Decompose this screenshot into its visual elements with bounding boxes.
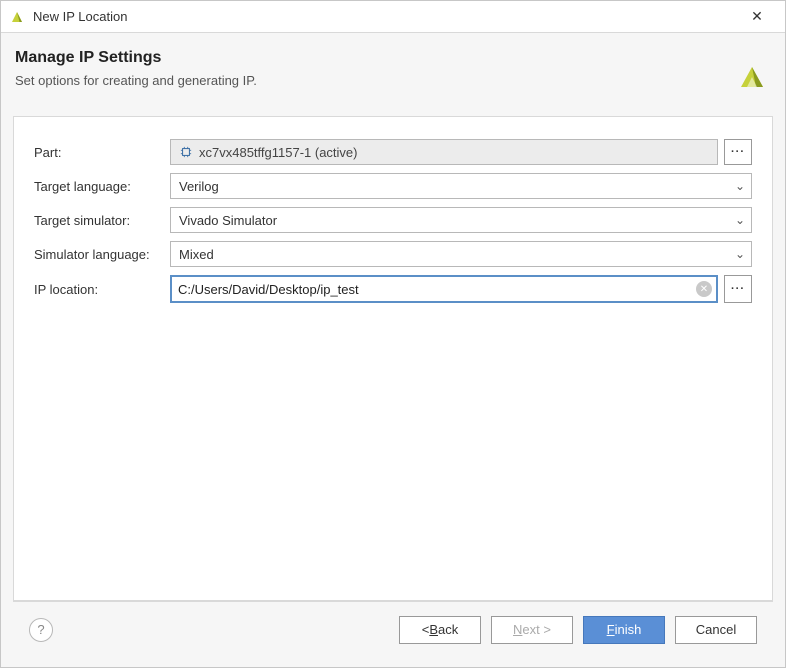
- row-ip-location: IP location: ✕ ···: [34, 275, 752, 303]
- part-browse-button[interactable]: ···: [724, 139, 752, 165]
- close-icon: ✕: [751, 8, 763, 25]
- label-simulator-language: Simulator language:: [34, 247, 164, 262]
- ip-location-field-wrap: ✕: [170, 275, 718, 303]
- back-button[interactable]: < Back: [399, 616, 481, 644]
- chevron-down-icon: ⌄: [735, 179, 745, 193]
- row-target-simulator: Target simulator: Vivado Simulator ⌄: [34, 207, 752, 233]
- brand-logo-icon: [735, 61, 769, 95]
- ip-location-browse-button[interactable]: ···: [724, 275, 752, 303]
- app-icon: [9, 9, 25, 25]
- ellipsis-icon: ···: [731, 283, 745, 295]
- label-part: Part:: [34, 145, 164, 160]
- target-simulator-select[interactable]: Vivado Simulator ⌄: [170, 207, 752, 233]
- target-simulator-value: Vivado Simulator: [179, 213, 277, 228]
- page-header: Manage IP Settings Set options for creat…: [13, 43, 773, 116]
- label-ip-location: IP location:: [34, 282, 164, 297]
- simulator-language-select[interactable]: Mixed ⌄: [170, 241, 752, 267]
- row-simulator-language: Simulator language: Mixed ⌄: [34, 241, 752, 267]
- finish-button[interactable]: Finish: [583, 616, 665, 644]
- row-part: Part:: [34, 139, 752, 165]
- dialog-window: New IP Location ✕ Manage IP Settings Set…: [0, 0, 786, 668]
- ip-location-input[interactable]: [178, 277, 696, 301]
- help-button[interactable]: ?: [29, 618, 53, 642]
- titlebar: New IP Location ✕: [1, 1, 785, 33]
- ellipsis-icon: ···: [731, 146, 745, 158]
- page-title: Manage IP Settings: [15, 49, 771, 67]
- cancel-button[interactable]: Cancel: [675, 616, 757, 644]
- chevron-down-icon: ⌄: [735, 213, 745, 227]
- label-target-language: Target language:: [34, 179, 164, 194]
- dialog-footer: ? < Back Next > Finish Cancel: [13, 601, 773, 657]
- next-button: Next >: [491, 616, 573, 644]
- content-area: Manage IP Settings Set options for creat…: [1, 33, 785, 667]
- page-subtitle: Set options for creating and generating …: [15, 73, 771, 88]
- help-icon: ?: [37, 622, 44, 637]
- chip-icon: [179, 145, 193, 159]
- part-value: xc7vx485tffg1157-1 (active): [199, 145, 358, 160]
- row-target-language: Target language: Verilog ⌄: [34, 173, 752, 199]
- simulator-language-value: Mixed: [179, 247, 214, 262]
- part-field: xc7vx485tffg1157-1 (active): [170, 139, 718, 165]
- clear-input-button[interactable]: ✕: [696, 281, 712, 297]
- clear-icon: ✕: [700, 284, 708, 295]
- target-language-select[interactable]: Verilog ⌄: [170, 173, 752, 199]
- chevron-down-icon: ⌄: [735, 247, 745, 261]
- form-panel: Part:: [13, 116, 773, 601]
- window-title: New IP Location: [33, 9, 737, 24]
- window-close-button[interactable]: ✕: [737, 3, 777, 31]
- label-target-simulator: Target simulator:: [34, 213, 164, 228]
- target-language-value: Verilog: [179, 179, 219, 194]
